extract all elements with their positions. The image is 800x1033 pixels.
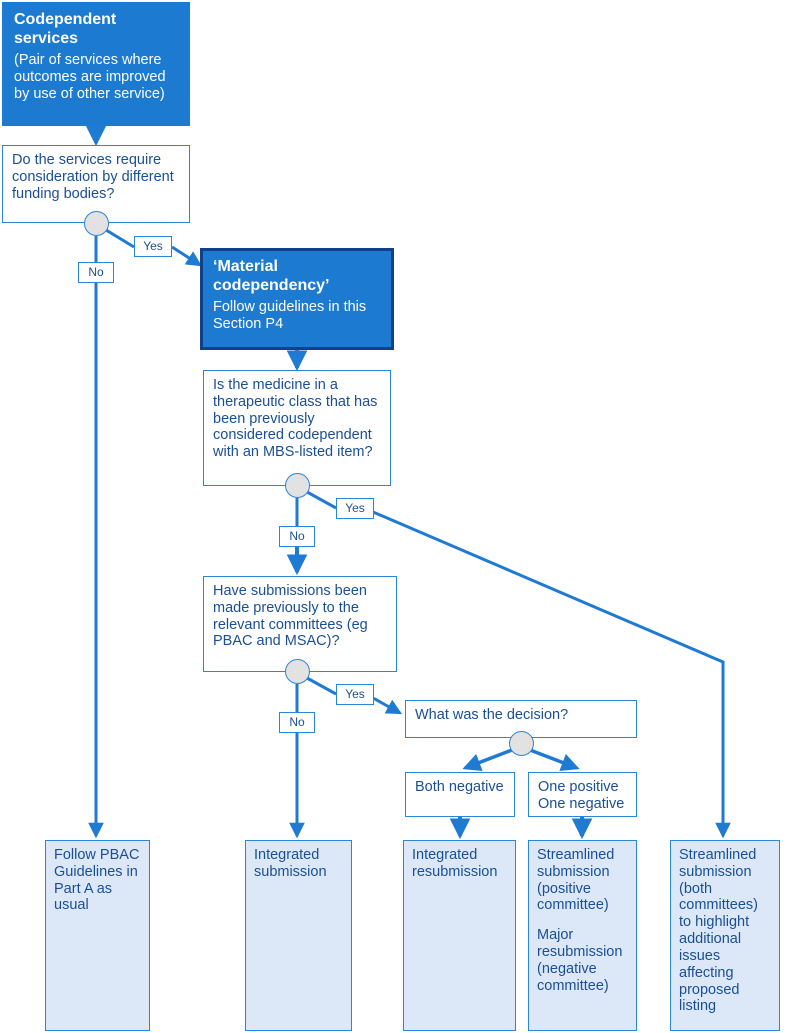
edge-label-funding-yes: Yes: [134, 236, 172, 257]
edge-label-therapeutic-yes-text: Yes: [345, 501, 365, 515]
outcome-streamlined-positive-para2: Major resubmission (negative committee): [537, 927, 623, 994]
question-previous-submissions-text: Have submissions been made previously to…: [213, 583, 368, 650]
node-question-therapeutic-class: Is the medicine in a therapeutic class t…: [203, 370, 391, 486]
edge-funding-yes-b: [171, 245, 202, 267]
outcome-streamlined-positive-para1: Streamlined submission (positive committ…: [537, 847, 615, 914]
node-one-positive-one-negative: One positive One negative: [528, 772, 637, 817]
codependent-services-body: (Pair of services where outcomes are imp…: [14, 52, 166, 102]
edge-label-funding-yes-text: Yes: [143, 239, 163, 253]
material-codependency-title: ‘Material codependency’: [213, 258, 330, 294]
outcome-integrated-submission-text: Integrated submission: [254, 847, 327, 880]
node-outcome-integrated-submission: Integrated submission: [245, 840, 352, 1031]
one-positive-one-negative-text: One positive One negative: [538, 779, 625, 812]
edge-funding-yes-a: [105, 228, 135, 249]
node-outcome-integrated-resubmission: Integrated resubmission: [403, 840, 516, 1031]
edge-decision-to-both-negative: [462, 748, 513, 771]
edge-label-funding-no-text: No: [88, 265, 104, 279]
edge-label-submissions-yes-text: Yes: [345, 687, 365, 701]
edge-label-submissions-no: No: [279, 712, 315, 733]
outcome-follow-pbac-text: Follow PBAC Guidelines in Part A as usua…: [54, 847, 140, 914]
node-both-negative: Both negative: [405, 772, 515, 817]
node-codependent-services: Codependent services (Pair of services w…: [2, 2, 190, 126]
edge-label-therapeutic-no: No: [279, 526, 315, 547]
edge-label-submissions-no-text: No: [289, 715, 305, 729]
question-decision-text: What was the decision?: [415, 707, 569, 723]
node-material-codependency: ‘Material codependency’ Follow guideline…: [200, 248, 394, 350]
question-funding-bodies-text: Do the services require consideration by…: [12, 152, 174, 202]
question-therapeutic-class-text: Is the medicine in a therapeutic class t…: [213, 377, 378, 461]
edge-therapeutic-yes-a: [306, 490, 337, 510]
flowchart-canvas: Codependent services (Pair of services w…: [0, 0, 800, 1033]
node-question-previous-submissions: Have submissions been made previously to…: [203, 576, 397, 672]
codependent-services-title: Codependent services: [14, 11, 117, 47]
junction-previous-submissions: [285, 659, 310, 684]
outcome-streamlined-both-text: Streamlined submission (both committees)…: [679, 847, 758, 1015]
junction-therapeutic-class: [285, 473, 310, 498]
both-negative-text: Both negative: [415, 779, 504, 795]
outcome-integrated-resubmission-text: Integrated resubmission: [412, 847, 498, 880]
node-outcome-streamlined-positive: Streamlined submission (positive committ…: [528, 840, 637, 1031]
edge-label-funding-no: No: [78, 262, 114, 283]
edge-submissions-yes-b: [372, 696, 403, 715]
edge-label-submissions-yes: Yes: [336, 684, 374, 705]
material-codependency-body: Follow guidelines in this Section P4: [213, 299, 367, 332]
junction-funding-bodies: [84, 211, 109, 236]
node-outcome-streamlined-both: Streamlined submission (both committees)…: [670, 840, 780, 1031]
edge-label-therapeutic-no-text: No: [289, 529, 305, 543]
edge-submissions-yes-a: [306, 676, 337, 696]
edge-decision-to-one-positive: [529, 748, 580, 771]
node-outcome-follow-pbac: Follow PBAC Guidelines in Part A as usua…: [45, 840, 150, 1031]
edge-label-therapeutic-yes: Yes: [336, 498, 374, 519]
junction-decision: [509, 731, 534, 756]
